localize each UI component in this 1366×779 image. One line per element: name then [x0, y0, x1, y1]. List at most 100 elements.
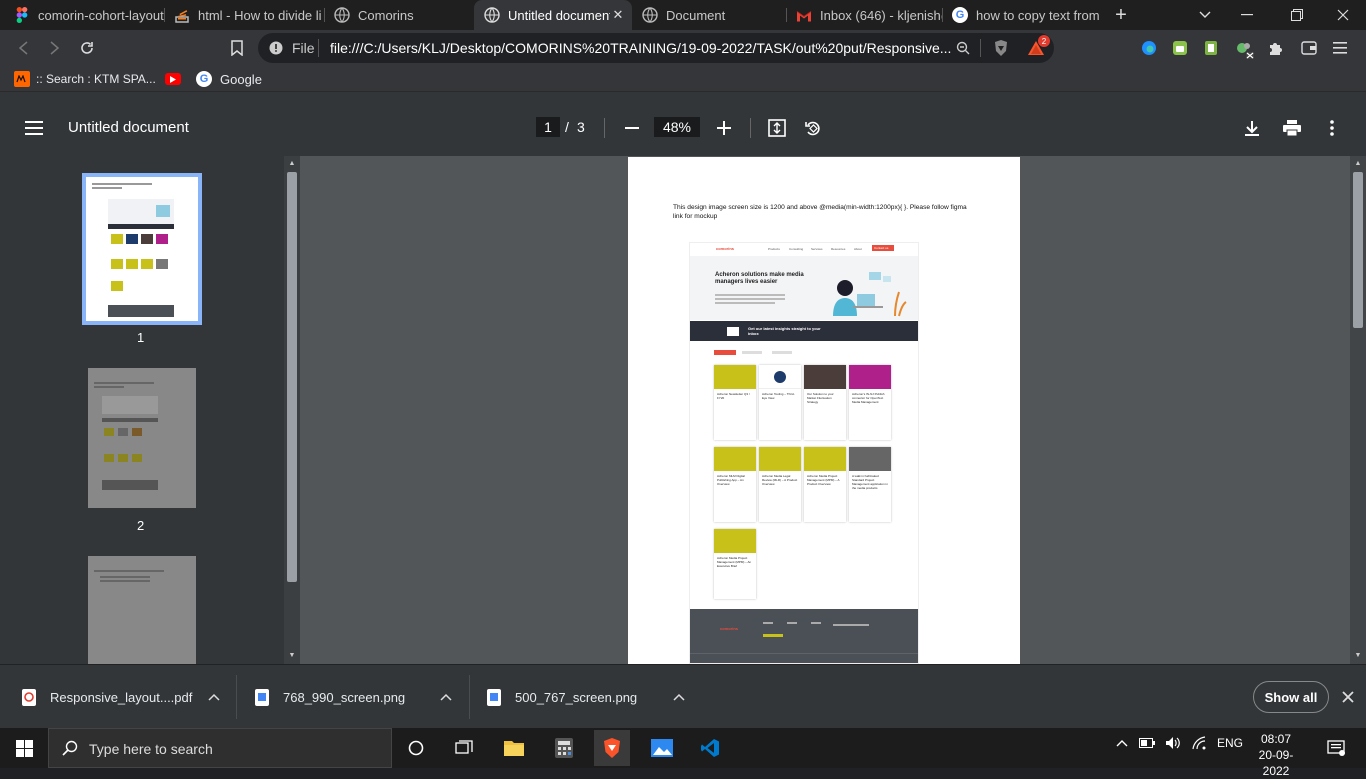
thumbnail-page-1[interactable] [82, 173, 202, 325]
tab-search-icon[interactable] [1194, 4, 1216, 26]
zoom-in-icon[interactable] [712, 116, 736, 140]
volume-icon[interactable] [1165, 736, 1181, 750]
minimize-icon[interactable] [1236, 4, 1258, 26]
bookmark-google[interactable]: G Google [196, 71, 262, 87]
download-item[interactable]: 500_767_screen.png [487, 665, 697, 729]
tab-title: how to copy text from [976, 7, 1100, 23]
address-bar[interactable]: File file:///C:/Users/KLJ/Desktop/COMORI… [258, 33, 1054, 63]
close-tab-icon[interactable]: ✕ [610, 7, 626, 23]
mockup-card-title: Acheron Media Project Management (MPM) –… [717, 556, 752, 568]
battery-icon[interactable] [1139, 736, 1155, 750]
restore-icon[interactable] [1286, 4, 1308, 26]
chevron-up-icon[interactable] [206, 689, 222, 705]
file-explorer-icon[interactable] [496, 730, 532, 766]
mockup-hero: Acheron solutions make media managers li… [690, 256, 918, 320]
thumbnail-preview [94, 382, 158, 490]
pdf-page: This design image screen size is 1200 an… [628, 157, 1020, 664]
close-downloads-icon[interactable] [1338, 687, 1358, 707]
mockup-hero-title: Acheron solutions make media managers li… [715, 272, 804, 285]
google-icon: G [952, 7, 968, 23]
mockup-card: A walk in half-baked Standard Project Ma… [849, 447, 891, 522]
sidebar-scroll-thumb[interactable] [287, 172, 297, 582]
wallet-icon[interactable] [1299, 38, 1319, 58]
thumbnail-label: 1 [137, 330, 145, 345]
windows-start-icon[interactable] [6, 730, 42, 766]
photos-icon[interactable] [644, 730, 680, 766]
notification-icon[interactable] [1318, 730, 1354, 766]
mockup-card: Acheron Newsletter Q3 / FY20 [714, 365, 756, 440]
menu-icon[interactable] [1330, 38, 1350, 58]
clipboard-extension-icon[interactable] [1201, 38, 1221, 58]
taskbar-search-box[interactable]: Type here to search [48, 728, 392, 768]
mockup-card-title: Acheron MLM Digital Publishing App – An … [717, 474, 745, 486]
tab-inbox[interactable]: Inbox (646) - kljenish@ [786, 0, 942, 30]
page-separator: / [565, 119, 569, 135]
downloads-bar: Responsive_layout....pdf 768_990_screen.… [0, 664, 1366, 728]
viewer-scrollbar[interactable]: ▲ ▼ [1350, 156, 1366, 664]
thumbnail-page-2[interactable] [88, 368, 196, 508]
system-tray: ENG [1115, 736, 1243, 750]
fit-page-icon[interactable] [765, 116, 789, 140]
download-item[interactable]: Responsive_layout....pdf [22, 665, 232, 729]
info-icon[interactable] [268, 40, 284, 56]
scroll-up-icon[interactable]: ▲ [287, 158, 297, 168]
cortana-icon[interactable] [398, 730, 434, 766]
mockup-card: Acheron Media Project Management (MPM) –… [804, 447, 846, 522]
mockup-nav-item: Products [768, 247, 780, 251]
tab-title: Comorins [358, 7, 414, 23]
mockup-card-title: A walk in half-baked Standard Project Ma… [852, 474, 888, 490]
rotate-icon[interactable] [801, 116, 825, 140]
chevron-up-icon[interactable] [1115, 736, 1129, 750]
bookmark-ktm[interactable]: :: Search : KTM SPA... [14, 71, 156, 87]
url-text[interactable]: file:///C:/Users/KLJ/Desktop/COMORINS%20… [330, 40, 951, 56]
google-icon: G [196, 71, 212, 87]
tab-document[interactable]: Document [632, 0, 786, 30]
wifi-icon[interactable] [1191, 736, 1207, 750]
close-window-icon[interactable] [1332, 4, 1354, 26]
zoom-icon[interactable] [954, 39, 972, 57]
pdf-title: Untitled document [68, 119, 189, 136]
sidebar-toggle-icon[interactable] [22, 116, 46, 140]
chevron-up-icon[interactable] [438, 689, 454, 705]
clock[interactable]: 08:07 20-09-2022 [1246, 731, 1306, 779]
page-number-input[interactable]: 1 [536, 117, 560, 137]
show-all-button[interactable]: Show all [1253, 681, 1329, 713]
reload-icon[interactable] [76, 37, 98, 59]
edge-extension-icon[interactable] [1139, 38, 1159, 58]
tab-comorin-cohort[interactable]: comorin-cohort-layout [4, 0, 164, 30]
tab-copy-text[interactable]: G how to copy text from [942, 0, 1100, 30]
print-icon[interactable] [1280, 116, 1304, 140]
page-total: 3 [577, 119, 585, 135]
viewer-scroll-thumb[interactable] [1353, 172, 1363, 328]
more-options-icon[interactable] [1320, 116, 1344, 140]
scheme-label: File [292, 40, 315, 56]
calculator-icon[interactable] [546, 730, 582, 766]
zoom-out-icon[interactable] [620, 116, 644, 140]
forward-icon[interactable] [44, 37, 66, 59]
bookmark-icon[interactable] [226, 37, 248, 59]
vscode-icon[interactable] [692, 730, 728, 766]
bookmark-youtube[interactable] [164, 71, 182, 87]
android-extension-icon[interactable] [1170, 38, 1190, 58]
thumbnail-page-3[interactable] [88, 556, 196, 664]
color-picker-extension-icon[interactable] [1233, 38, 1257, 62]
bookmarks-bar: :: Search : KTM SPA... G Google [0, 66, 1366, 92]
extensions-puzzle-icon[interactable] [1266, 38, 1286, 58]
sidebar-scrollbar[interactable]: ▲ ▼ [284, 156, 300, 664]
brave-browser-icon[interactable] [594, 730, 630, 766]
tab-untitled-document[interactable]: Untitled document ✕ [474, 0, 632, 30]
scroll-down-icon[interactable]: ▼ [287, 650, 297, 660]
download-icon[interactable] [1240, 116, 1264, 140]
tab-comorins[interactable]: Comorins [324, 0, 474, 30]
brave-shield-icon[interactable] [991, 38, 1011, 58]
zoom-level-input[interactable]: 48% [654, 117, 700, 137]
new-tab-button[interactable]: + [1110, 4, 1132, 26]
scroll-up-icon[interactable]: ▲ [1353, 158, 1363, 168]
tab-html-divide[interactable]: html - How to divide li [164, 0, 324, 30]
chevron-up-icon[interactable] [671, 689, 687, 705]
back-icon[interactable] [12, 37, 34, 59]
language-indicator[interactable]: ENG [1217, 736, 1243, 750]
download-item[interactable]: 768_990_screen.png [255, 665, 465, 729]
task-view-icon[interactable] [446, 730, 482, 766]
scroll-down-icon[interactable]: ▼ [1353, 650, 1363, 660]
